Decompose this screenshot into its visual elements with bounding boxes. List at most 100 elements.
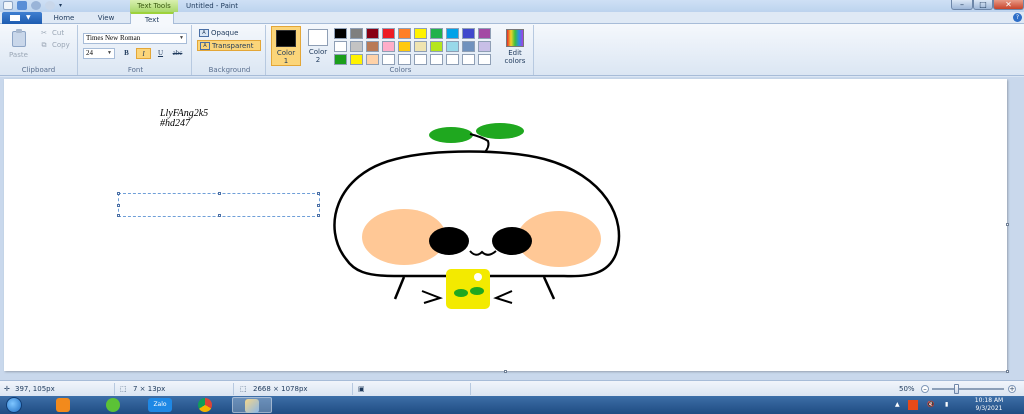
palette-color-swatch[interactable] — [430, 54, 443, 65]
minimize-button[interactable]: – — [951, 0, 973, 10]
palette-color-swatch[interactable] — [334, 41, 347, 52]
transparent-button[interactable]: A Transparent — [197, 40, 261, 51]
edit-colors-button[interactable]: Edit colors — [500, 29, 530, 69]
color2-number: 2 — [315, 56, 321, 64]
taskbar-app[interactable] — [94, 397, 134, 413]
palette-color-swatch[interactable] — [446, 54, 459, 65]
palette-color-swatch[interactable] — [398, 28, 411, 39]
color2-button[interactable]: Color 2 — [303, 26, 333, 66]
zoom-in-button[interactable]: + — [1008, 385, 1016, 393]
palette-color-swatch[interactable] — [430, 41, 443, 52]
color1-button[interactable]: Color 1 — [271, 26, 301, 66]
palette-color-swatch[interactable] — [382, 54, 395, 65]
divider — [470, 383, 471, 395]
color1-swatch — [276, 30, 296, 47]
palette-color-swatch[interactable] — [414, 41, 427, 52]
font-family-dropdown[interactable]: Times New Roman ▼ — [83, 33, 187, 44]
font-group-label: Font — [127, 66, 144, 74]
scissors-icon: ✂ — [41, 29, 47, 37]
palette-color-swatch[interactable] — [398, 54, 411, 65]
color-wheel-icon — [506, 29, 524, 47]
palette-color-swatch[interactable] — [366, 54, 379, 65]
copy-label: Copy — [52, 41, 70, 49]
system-clock[interactable]: 10:18 AM 9/3/2021 — [966, 396, 1012, 414]
transparent-label: Transparent — [212, 42, 254, 50]
action-center-icon[interactable] — [908, 400, 918, 410]
color1-label: Color — [276, 49, 296, 57]
opaque-button[interactable]: A Opaque — [197, 28, 261, 39]
tab-text[interactable]: Text — [130, 12, 174, 24]
bold-button[interactable]: B — [119, 48, 134, 59]
palette-color-swatch[interactable] — [446, 41, 459, 52]
taskbar-paint[interactable] — [232, 397, 272, 413]
palette-color-swatch[interactable] — [350, 28, 363, 39]
drawing-canvas[interactable]: LlyFAng2k5 #hd247 — [4, 79, 1009, 373]
start-button[interactable] — [6, 397, 22, 413]
palette-color-swatch[interactable] — [382, 41, 395, 52]
divider — [233, 383, 234, 395]
taskbar-chrome[interactable] — [186, 397, 226, 413]
color2-swatch — [308, 29, 328, 46]
cursor-position: 397, 105px — [15, 385, 55, 393]
palette-color-swatch[interactable] — [478, 54, 491, 65]
paste-label: Paste — [9, 51, 28, 59]
customize-toolbar-icon[interactable]: ▾ — [59, 1, 67, 10]
canvas-resize-handle[interactable] — [1006, 223, 1009, 226]
zoom-out-button[interactable]: – — [921, 385, 929, 393]
network-icon[interactable]: ▮ — [945, 396, 948, 414]
canvas-resize-handle[interactable] — [1006, 370, 1009, 373]
copy-button[interactable]: ⧉ Copy — [40, 41, 74, 51]
redo-icon[interactable] — [45, 1, 55, 10]
palette-color-swatch[interactable] — [414, 54, 427, 65]
tab-view[interactable]: View — [86, 12, 126, 24]
font-family-value: Times New Roman — [86, 34, 141, 42]
palette-color-swatch[interactable] — [382, 28, 395, 39]
palette-color-swatch[interactable] — [478, 28, 491, 39]
zalo-icon: Zalo — [148, 398, 172, 412]
font-size-dropdown[interactable]: 24 ▼ — [83, 48, 115, 59]
paint-icon — [245, 399, 259, 413]
colors-group: Color 1 Color 2 Edit colors Colors — [268, 25, 534, 75]
volume-icon[interactable]: 🔇 — [927, 396, 934, 414]
opaque-label: Opaque — [211, 29, 239, 37]
palette-color-swatch[interactable] — [398, 41, 411, 52]
background-group-label: Background — [208, 66, 251, 74]
zoom-slider-thumb[interactable] — [954, 384, 959, 394]
tab-home[interactable]: Home — [44, 12, 84, 24]
taskbar-media-player[interactable] — [44, 397, 84, 413]
chevron-down-icon: ▼ — [26, 14, 31, 21]
palette-color-swatch[interactable] — [478, 41, 491, 52]
strikethrough-button[interactable]: abc — [170, 48, 185, 59]
paste-button[interactable]: Paste — [2, 27, 34, 63]
palette-color-swatch[interactable] — [462, 54, 475, 65]
show-hidden-icons[interactable]: ▲ — [895, 396, 900, 414]
underline-button[interactable]: U — [153, 48, 168, 59]
taskbar-zalo[interactable]: Zalo — [140, 397, 180, 413]
taskbar: Zalo ▲ 🔇 ▮ 10:18 AM 9/3/2021 — [0, 396, 1024, 414]
italic-button[interactable]: I — [136, 48, 151, 59]
help-icon[interactable]: ? — [1013, 13, 1022, 22]
paint-app-icon[interactable] — [3, 1, 13, 10]
palette-color-swatch[interactable] — [462, 28, 475, 39]
palette-color-swatch[interactable] — [366, 28, 379, 39]
maximize-button[interactable]: □ — [973, 0, 993, 10]
zoom-slider-track[interactable] — [932, 388, 1004, 390]
paint-menu-button[interactable]: ▼ — [2, 12, 42, 24]
save-icon[interactable] — [17, 1, 27, 10]
undo-icon[interactable] — [31, 1, 41, 10]
cursor-icon: ✛ — [4, 385, 10, 393]
palette-color-swatch[interactable] — [366, 41, 379, 52]
cut-button[interactable]: ✂ Cut — [40, 29, 74, 39]
palette-color-swatch[interactable] — [414, 28, 427, 39]
palette-color-swatch[interactable] — [350, 41, 363, 52]
palette-color-swatch[interactable] — [430, 28, 443, 39]
canvas-resize-handle[interactable] — [504, 370, 507, 373]
palette-color-swatch[interactable] — [334, 54, 347, 65]
palette-color-swatch[interactable] — [462, 41, 475, 52]
palette-color-swatch[interactable] — [446, 28, 459, 39]
background-group: A Opaque A Transparent Background — [194, 25, 266, 75]
close-button[interactable]: ✕ — [993, 0, 1024, 10]
title-bar: ▾ Text Tools Untitled - Paint – □ ✕ — [0, 0, 1024, 12]
palette-color-swatch[interactable] — [350, 54, 363, 65]
palette-color-swatch[interactable] — [334, 28, 347, 39]
